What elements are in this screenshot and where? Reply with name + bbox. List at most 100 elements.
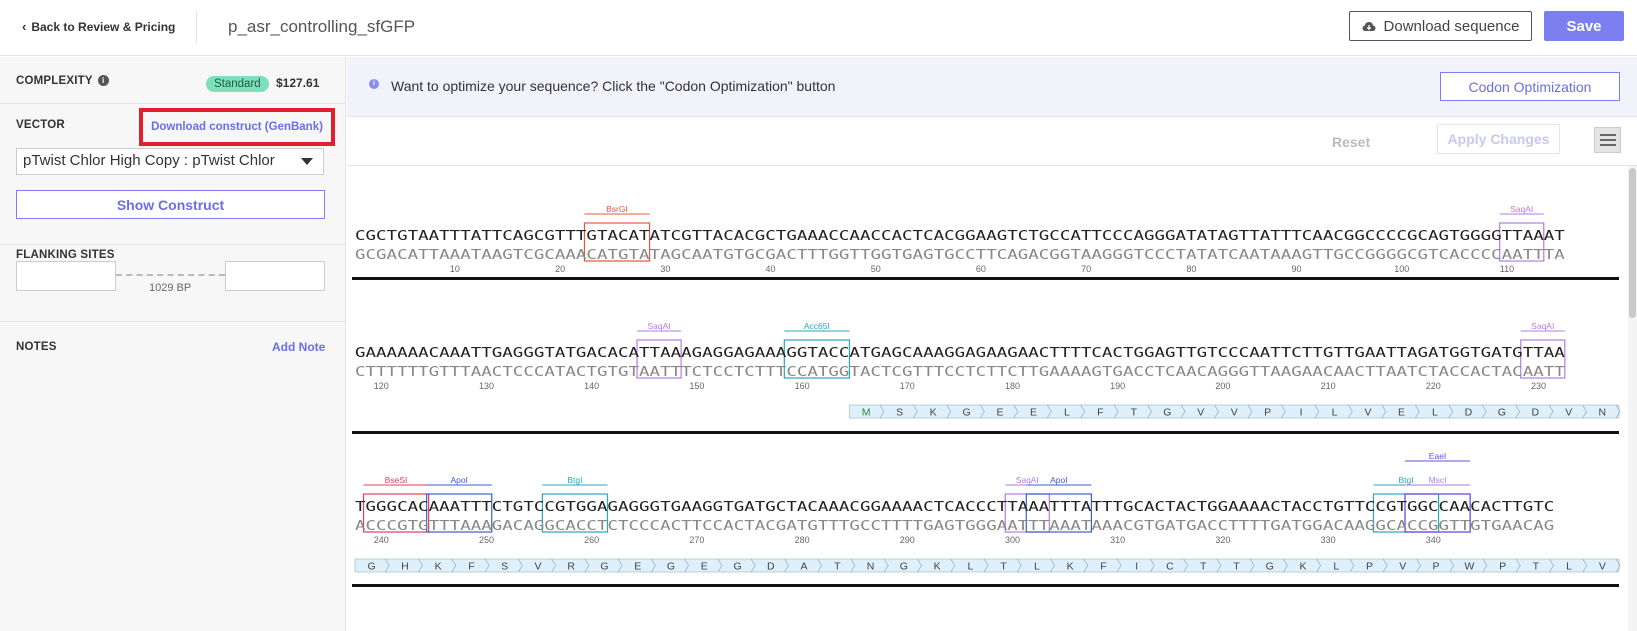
sequence-view[interactable]: BsrGI SaqAI CGCTGTAATTTATTCAGCGTTTGTACATAT…	[347, 57, 1627, 631]
amino-acid: D	[1465, 407, 1473, 419]
bottom-strand: ACCCGTGTTTAAAGACAGGCACCTCTCCCACTTCCACTAC…	[355, 519, 1554, 534]
amino-acid: R	[567, 561, 575, 573]
amino-acid: V	[1231, 407, 1238, 419]
position-tick: 200	[1215, 381, 1230, 391]
amino-acid: I	[1135, 561, 1138, 573]
amino-acid: P	[1264, 407, 1271, 419]
amino-acid: F	[1097, 407, 1103, 419]
position-tick: 80	[1186, 264, 1196, 274]
amino-acid: T	[1000, 561, 1007, 573]
vector-label: VECTOR	[16, 119, 65, 131]
amino-acid: G	[962, 407, 970, 419]
save-button[interactable]: Save	[1544, 11, 1624, 41]
amino-acid: E	[701, 561, 708, 573]
position-tick: 190	[1110, 381, 1125, 391]
amino-acid: W	[1464, 561, 1474, 573]
position-tick: 60	[976, 264, 986, 274]
amino-acid: V	[1565, 407, 1572, 419]
position-tick: 300	[1005, 535, 1020, 545]
flanking-dash	[116, 274, 225, 276]
amino-acid: F	[1100, 561, 1106, 573]
amino-acid: D	[767, 561, 775, 573]
scrollbar-thumb[interactable]	[1629, 168, 1636, 318]
amino-acid: V	[534, 561, 541, 573]
download-genbank-link[interactable]: Download construct (GenBank)	[139, 108, 335, 146]
amino-acid: E	[1030, 407, 1037, 419]
amino-acid: K	[1299, 561, 1306, 573]
amino-acid: T	[1131, 407, 1138, 419]
amino-acid: C	[1166, 561, 1174, 573]
amino-acid: G	[368, 561, 376, 573]
amino-acid: K	[930, 407, 937, 419]
amino-acid: P	[1499, 561, 1506, 573]
amino-acid: G	[900, 561, 908, 573]
amino-acid: K	[934, 561, 941, 573]
position-tick: 310	[1110, 535, 1125, 545]
restriction-site-label: BtgI	[567, 475, 582, 485]
add-note-link[interactable]: Add Note	[272, 340, 325, 354]
position-tick: 250	[479, 535, 494, 545]
flanking-5-input[interactable]	[16, 261, 116, 291]
position-tick: 150	[689, 381, 704, 391]
position-tick: 260	[584, 535, 599, 545]
amino-acid: L	[1333, 561, 1339, 573]
row-separator	[352, 431, 1619, 434]
position-tick: 110	[1500, 264, 1514, 274]
restriction-site-label: SaqAI	[1531, 321, 1554, 331]
complexity-badge: Standard	[206, 76, 269, 92]
price: $127.61	[276, 76, 320, 90]
amino-acid: K	[435, 561, 442, 573]
notes-label: NOTES	[16, 341, 57, 353]
amino-acid: F	[468, 561, 474, 573]
amino-acid: V	[1197, 407, 1204, 419]
sequence-name: p_asr_controlling_sfGFP	[228, 17, 416, 36]
position-tick: 220	[1426, 381, 1441, 391]
position-tick: 130	[479, 381, 494, 391]
flanking-3-input[interactable]	[225, 261, 325, 291]
position-tick: 160	[795, 381, 810, 391]
vector-select[interactable]: pTwist Chlor High Copy : pTwist Chlor	[16, 148, 324, 175]
top-header: ‹ Back to Review & Pricing p_asr_controll…	[0, 0, 1637, 56]
download-sequence-button[interactable]: Download sequence	[1349, 11, 1532, 41]
amino-acid: L	[1034, 561, 1040, 573]
vector-select-value: pTwist Chlor High Copy : pTwist Chlor	[23, 152, 275, 169]
restriction-site-label: MscI	[1429, 475, 1447, 485]
amino-acid: T	[1233, 561, 1240, 573]
restriction-site-label: BtgI	[1398, 475, 1413, 485]
position-tick: 10	[450, 264, 460, 274]
restriction-site-label: BseSI	[385, 475, 408, 485]
download-sequence-label: Download sequence	[1383, 17, 1520, 35]
dropdown-caret-icon	[301, 158, 313, 165]
info-icon[interactable]: i	[97, 75, 109, 86]
position-tick: 180	[1005, 381, 1020, 391]
amino-acid: G	[1163, 407, 1171, 419]
amino-acid: T	[1200, 561, 1207, 573]
restriction-site-label: ApoI	[1050, 475, 1068, 485]
complexity-label: COMPLEXITY	[16, 75, 93, 87]
position-tick: 240	[374, 535, 389, 545]
position-tick: 320	[1215, 535, 1230, 545]
top-strand: GAAAAAACAAATTGAGGGTATGACACATTAAAGAGGAGAA…	[355, 346, 1565, 361]
sequence-editor: i Want to optimize your sequence? Click …	[347, 57, 1637, 631]
back-to-review-link[interactable]: ‹ Back to Review & Pricing	[22, 19, 175, 34]
restriction-site-label: SaqAI	[1016, 475, 1039, 485]
sidebar: COMPLEXITY i Standard $127.61 VECTOR Down…	[0, 57, 346, 631]
position-tick: 70	[1081, 264, 1091, 274]
back-link-label: Back to Review & Pricing	[31, 20, 176, 34]
amino-acid-track	[354, 558, 1620, 573]
header-divider	[196, 10, 197, 44]
flanking-length: 1029 BP	[149, 282, 192, 294]
restriction-site-label: EaeI	[1429, 451, 1447, 461]
position-tick: 270	[689, 535, 704, 545]
position-tick: 100	[1394, 264, 1409, 274]
amino-acid: L	[1332, 407, 1338, 419]
position-tick: 20	[555, 264, 565, 274]
bottom-strand: CTTTTTTGTTTAACTCCCATACTGTGTAATTTCTCCTCTT…	[355, 365, 1565, 380]
amino-acid: S	[501, 561, 508, 573]
restriction-site-label: ApoI	[450, 475, 468, 485]
amino-acid: L	[967, 561, 973, 573]
chevron-left-icon: ‹	[22, 19, 27, 34]
complexity-section: COMPLEXITY i Standard $127.61	[0, 57, 346, 104]
position-tick: 50	[871, 264, 881, 274]
show-construct-button[interactable]: Show Construct	[16, 190, 325, 219]
